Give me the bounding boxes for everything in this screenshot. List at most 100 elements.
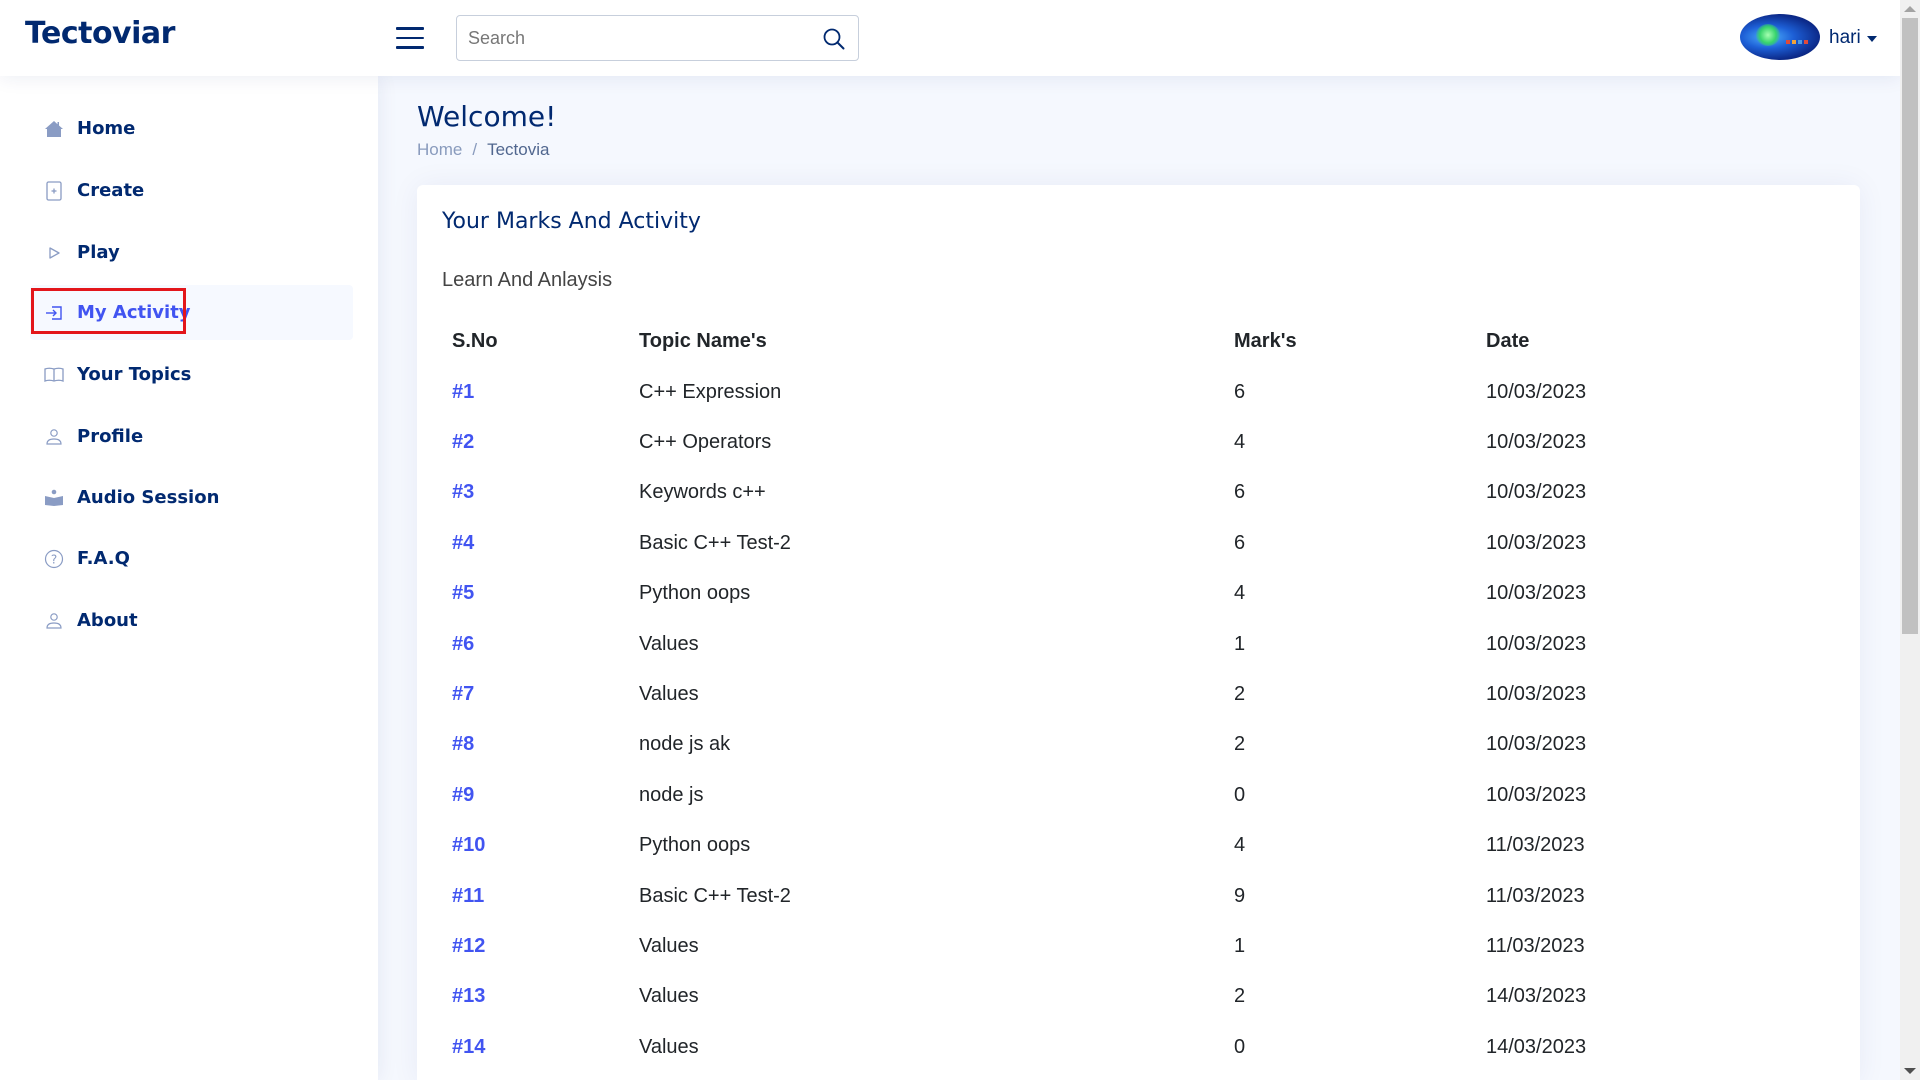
row-sno-link[interactable]: #2 xyxy=(452,431,474,453)
table-row: #8 node js ak 2 10/03/2023 xyxy=(442,720,1842,770)
sidebar-item-label: Home xyxy=(77,118,136,139)
row-sno-cell: #7 xyxy=(442,669,629,719)
table-row: #6 Values 1 10/03/2023 xyxy=(442,619,1842,669)
card-subtitle: Learn And Anlaysis xyxy=(442,269,613,291)
row-topic: Python oops xyxy=(639,834,751,857)
sidebar-item-my-activity[interactable]: My Activity xyxy=(30,285,353,340)
scroll-down-arrow-icon[interactable] xyxy=(1904,1068,1916,1074)
row-marks-cell: 2 xyxy=(1224,669,1476,719)
row-sno-link[interactable]: #7 xyxy=(452,683,474,705)
row-topic: node js xyxy=(639,783,704,806)
menu-toggle-icon[interactable] xyxy=(396,27,424,49)
search-icon[interactable] xyxy=(822,27,846,51)
scroll-up-arrow-icon[interactable] xyxy=(1904,6,1916,12)
row-date: 10/03/2023 xyxy=(1486,632,1587,655)
sidebar-item-audio-session[interactable]: Audio Session xyxy=(30,470,353,525)
sidebar-item-create[interactable]: Create xyxy=(30,163,353,218)
top-header: Tectoviar hari xyxy=(0,0,1900,76)
row-topic-cell: Python oops xyxy=(629,569,1224,619)
row-sno-link[interactable]: #11 xyxy=(452,885,484,907)
row-marks: 1 xyxy=(1234,934,1246,957)
sidebar-item-about[interactable]: About xyxy=(30,593,353,648)
row-sno-cell: #1 xyxy=(442,367,629,417)
row-sno-link[interactable]: #1 xyxy=(452,381,474,403)
search-input[interactable] xyxy=(468,16,808,60)
row-topic: Basic C++ Test-2 xyxy=(639,531,791,554)
row-date: 10/03/2023 xyxy=(1486,683,1587,706)
row-marks-cell: 0 xyxy=(1224,770,1476,820)
question-circle-icon: ? xyxy=(44,549,64,569)
sidebar-item-label: My Activity xyxy=(77,302,191,323)
row-sno-cell: #12 xyxy=(442,921,629,971)
logo[interactable]: Tectoviar xyxy=(25,16,175,51)
breadcrumb-home-link[interactable]: Home xyxy=(417,140,462,160)
row-sno-cell: #11 xyxy=(442,871,629,921)
row-sno-cell: #4 xyxy=(442,518,629,568)
sidebar-item-faq[interactable]: ? F.A.Q xyxy=(30,531,353,586)
row-marks-cell: 1 xyxy=(1224,921,1476,971)
page-scrollbar[interactable] xyxy=(1900,0,1920,1080)
row-marks: 6 xyxy=(1234,380,1246,403)
user-dropdown[interactable]: hari xyxy=(1829,24,1877,52)
row-marks: 4 xyxy=(1234,834,1246,857)
row-marks-cell: 9 xyxy=(1224,871,1476,921)
row-sno-link[interactable]: #6 xyxy=(452,633,474,655)
row-topic: node js ak xyxy=(639,733,731,756)
row-date: 10/03/2023 xyxy=(1486,582,1587,605)
table-row: #3 Keywords c++ 6 10/03/2023 xyxy=(442,468,1842,518)
row-topic-cell: Keywords c++ xyxy=(629,468,1224,518)
avatar[interactable] xyxy=(1740,14,1820,60)
row-date-cell: 10/03/2023 xyxy=(1476,569,1842,619)
breadcrumb: Home / Tectovia xyxy=(417,140,549,160)
row-topic-cell: Python oops xyxy=(629,821,1224,871)
sidebar-item-profile[interactable]: Profile xyxy=(30,409,353,464)
row-marks: 4 xyxy=(1234,431,1246,454)
play-icon xyxy=(44,243,64,263)
row-date: 10/03/2023 xyxy=(1486,783,1587,806)
row-date-cell: 10/03/2023 xyxy=(1476,720,1842,770)
row-date-cell: 14/03/2023 xyxy=(1476,1022,1842,1072)
row-topic: Values xyxy=(639,985,699,1008)
sidebar-item-play[interactable]: Play xyxy=(30,225,353,280)
row-topic-cell: Values xyxy=(629,619,1224,669)
row-sno-cell: #9 xyxy=(442,770,629,820)
row-date-cell: 10/03/2023 xyxy=(1476,770,1842,820)
row-topic-cell: node js xyxy=(629,770,1224,820)
card-title: Your Marks And Activity xyxy=(442,209,701,234)
row-topic: Basic C++ Test-2 xyxy=(639,884,791,907)
table-row: #13 Values 2 14/03/2023 xyxy=(442,972,1842,1022)
row-date-cell: 14/03/2023 xyxy=(1476,972,1842,1022)
row-sno-link[interactable]: #9 xyxy=(452,784,474,806)
table-row: #12 Values 1 11/03/2023 xyxy=(442,921,1842,971)
column-header-sno: S.No xyxy=(452,329,498,352)
row-date: 10/03/2023 xyxy=(1486,481,1587,504)
column-header-date: Date xyxy=(1486,329,1530,352)
table-row: #10 Python oops 4 11/03/2023 xyxy=(442,821,1842,871)
row-sno-cell: #5 xyxy=(442,569,629,619)
table-row: #5 Python oops 4 10/03/2023 xyxy=(442,569,1842,619)
table-row: #11 Basic C++ Test-2 9 11/03/2023 xyxy=(442,871,1842,921)
row-sno-link[interactable]: #4 xyxy=(452,532,474,554)
row-sno-link[interactable]: #5 xyxy=(452,582,474,604)
row-date: 10/03/2023 xyxy=(1486,531,1587,554)
table-row: #1 C++ Expression 6 10/03/2023 xyxy=(442,367,1842,417)
sidebar-item-home[interactable]: Home xyxy=(30,101,353,156)
search-bar xyxy=(456,15,859,61)
row-sno-link[interactable]: #10 xyxy=(452,834,485,856)
row-date-cell: 11/03/2023 xyxy=(1476,921,1842,971)
row-topic-cell: C++ Operators xyxy=(629,417,1224,467)
row-marks: 2 xyxy=(1234,733,1246,756)
row-sno-link[interactable]: #8 xyxy=(452,733,474,755)
scrollbar-thumb[interactable] xyxy=(1902,18,1918,634)
sidebar-item-your-topics[interactable]: Your Topics xyxy=(30,347,353,402)
row-topic: Keywords c++ xyxy=(639,481,766,504)
row-marks-cell: 2 xyxy=(1224,720,1476,770)
row-sno-link[interactable]: #3 xyxy=(452,481,474,503)
row-sno-link[interactable]: #12 xyxy=(452,935,485,957)
row-sno-link[interactable]: #14 xyxy=(452,1036,485,1058)
row-date: 10/03/2023 xyxy=(1486,431,1587,454)
row-sno-link[interactable]: #13 xyxy=(452,985,485,1007)
row-topic-cell: Values xyxy=(629,921,1224,971)
row-marks-cell: 4 xyxy=(1224,821,1476,871)
reader-icon xyxy=(44,488,64,508)
